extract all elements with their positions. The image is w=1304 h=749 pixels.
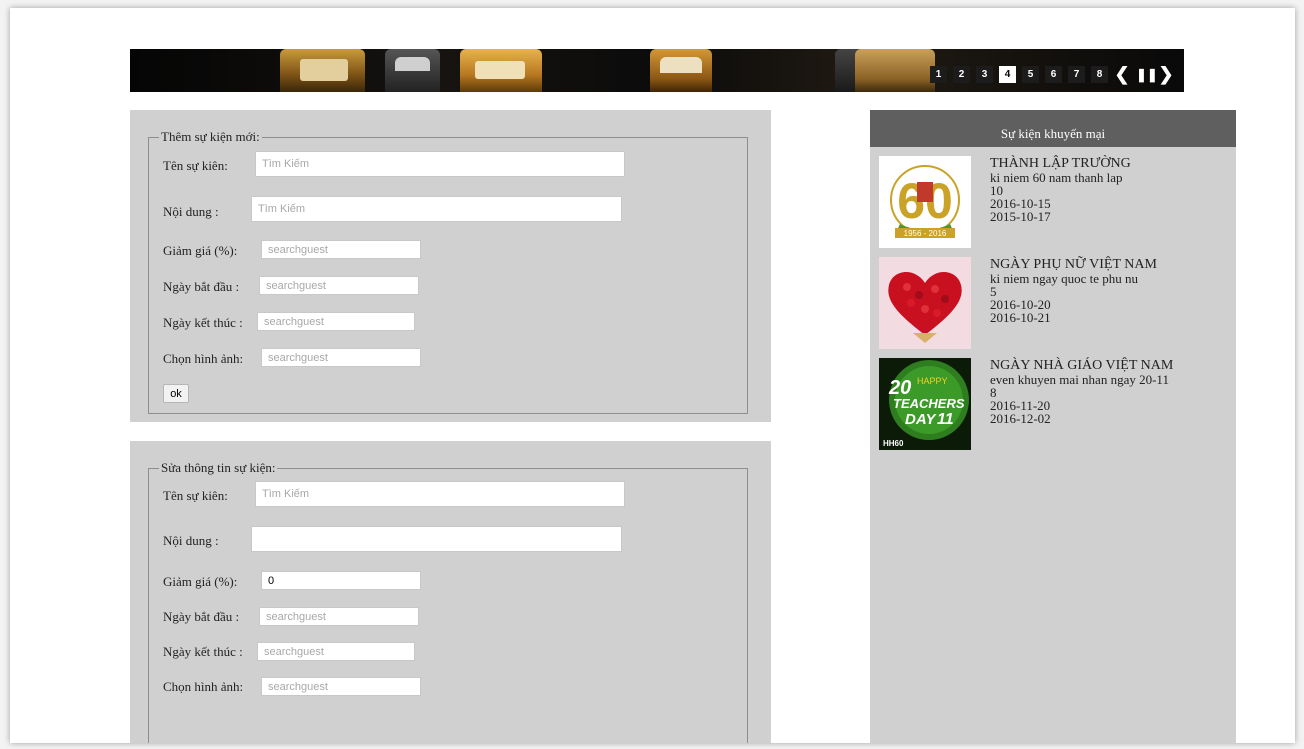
event-details: THÀNH LẬP TRƯỜNG ki niem 60 nam thanh la… xyxy=(990,156,1131,223)
ok-button[interactable]: ok xyxy=(163,384,189,403)
edit-event-legend: Sửa thông tin sự kiện: xyxy=(161,460,276,475)
anniversary-logo-icon: 60 1956 - 2016 xyxy=(890,165,960,238)
add-event-legend: Thêm sự kiện mới: xyxy=(161,129,260,144)
edit-start-date-input[interactable] xyxy=(259,607,419,626)
svg-text:11: 11 xyxy=(937,411,954,428)
edit-event-name-label: Tên sự kiên: xyxy=(163,488,228,503)
end-date-label: Ngày kết thúc : xyxy=(163,315,243,330)
edit-event-content-input[interactable] xyxy=(251,526,622,552)
banner-slideshow[interactable]: 1 2 3 4 5 6 7 8 ❮ ❚❚ ❯ xyxy=(130,49,1184,92)
bottle-label xyxy=(475,61,525,79)
edit-end-date-label: Ngày kết thúc : xyxy=(163,644,243,659)
pager-page-4-active[interactable]: 4 xyxy=(999,66,1016,83)
start-date-label: Ngày bắt đầu : xyxy=(163,279,240,294)
event-content-label: Nội dung : xyxy=(163,204,219,219)
sidebar-title: Sự kiện khuyến mại xyxy=(870,110,1236,147)
bottle-label xyxy=(660,57,702,73)
edit-choose-image-label: Chọn hình ảnh: xyxy=(163,679,244,694)
svg-text:HH60: HH60 xyxy=(883,439,904,448)
svg-text:TEACHERS: TEACHERS xyxy=(893,396,965,411)
event-title[interactable]: NGÀY NHÀ GIÁO VIỆT NAM xyxy=(990,358,1173,373)
pager-page-1[interactable]: 1 xyxy=(930,66,947,83)
add-event-panel: Thêm sự kiện mới: Tên sự kiên: Nội dung … xyxy=(130,110,771,422)
svg-text:DAY: DAY xyxy=(905,411,938,428)
edit-event-content-label: Nội dung : xyxy=(163,533,219,548)
svg-text:HAPPY: HAPPY xyxy=(917,376,948,386)
edit-start-date-label: Ngày bắt đầu : xyxy=(163,609,240,624)
event-name-label: Tên sự kiên: xyxy=(163,158,228,173)
choose-image-label: Chọn hình ảnh: xyxy=(163,351,244,366)
pager-page-3[interactable]: 3 xyxy=(976,66,993,83)
event-description: ki niem ngay quoc te phu nu xyxy=(990,271,1139,286)
bottle-box-label xyxy=(395,57,430,71)
promotions-sidebar: Sự kiện khuyến mại 60 1956 - 2016 THÀNH … xyxy=(870,110,1236,743)
pause-icon[interactable]: ❚❚ xyxy=(1136,66,1158,83)
discount-input[interactable] xyxy=(261,240,421,259)
event-thumbnail[interactable]: 20 HAPPY TEACHERS DAY 11 HH60 xyxy=(879,358,971,450)
event-thumbnail[interactable] xyxy=(879,257,971,349)
pager-page-7[interactable]: 7 xyxy=(1068,66,1085,83)
previous-slide-icon[interactable]: ❮ xyxy=(1114,65,1130,83)
end-date-input[interactable] xyxy=(257,312,415,331)
event-title[interactable]: NGÀY PHỤ NỮ VIỆT NAM xyxy=(990,257,1157,272)
event-name-input[interactable] xyxy=(255,151,625,177)
page-frame: 1 2 3 4 5 6 7 8 ❮ ❚❚ ❯ Thêm sự kiện mới:… xyxy=(10,8,1295,743)
event-details: NGÀY PHỤ NỮ VIỆT NAM ki niem ngay quoc t… xyxy=(990,257,1157,324)
rose-heart-icon xyxy=(888,271,962,343)
svg-text:1956 - 2016: 1956 - 2016 xyxy=(904,229,947,238)
event-end-date: 2015-10-17 xyxy=(990,209,1051,224)
pager-page-8[interactable]: 8 xyxy=(1091,66,1108,83)
edit-event-name-input[interactable] xyxy=(255,481,625,507)
edit-end-date-input[interactable] xyxy=(257,642,415,661)
next-slide-icon[interactable]: ❯ xyxy=(1158,65,1174,83)
event-title[interactable]: THÀNH LẬP TRƯỜNG xyxy=(990,156,1131,171)
pager-page-5[interactable]: 5 xyxy=(1022,66,1039,83)
event-end-date: 2016-10-21 xyxy=(990,310,1051,325)
choose-image-input[interactable] xyxy=(261,348,421,367)
bottle-label xyxy=(300,59,348,81)
edit-choose-image-input[interactable] xyxy=(261,677,421,696)
edit-event-panel: Sửa thông tin sự kiện: Tên sự kiên: Nội … xyxy=(130,441,771,743)
bottle-image xyxy=(855,49,935,92)
event-description: even khuyen mai nhan ngay 20-11 xyxy=(990,372,1169,387)
start-date-input[interactable] xyxy=(259,276,419,295)
edit-discount-label: Giảm giá (%): xyxy=(163,574,238,589)
pager-page-2[interactable]: 2 xyxy=(953,66,970,83)
edit-discount-input[interactable] xyxy=(261,571,421,590)
event-thumbnail[interactable]: 60 1956 - 2016 xyxy=(879,156,971,248)
event-description: ki niem 60 nam thanh lap xyxy=(990,170,1123,185)
slideshow-pager: 1 2 3 4 5 6 7 8 ❮ ❚❚ ❯ xyxy=(930,65,1174,83)
discount-label: Giảm giá (%): xyxy=(163,243,238,258)
teachers-day-badge-icon: 20 HAPPY TEACHERS DAY 11 HH60 xyxy=(883,360,969,448)
event-content-input[interactable] xyxy=(251,196,622,222)
event-end-date: 2016-12-02 xyxy=(990,411,1051,426)
pager-page-6[interactable]: 6 xyxy=(1045,66,1062,83)
event-details: NGÀY NHÀ GIÁO VIỆT NAM even khuyen mai n… xyxy=(990,358,1173,425)
